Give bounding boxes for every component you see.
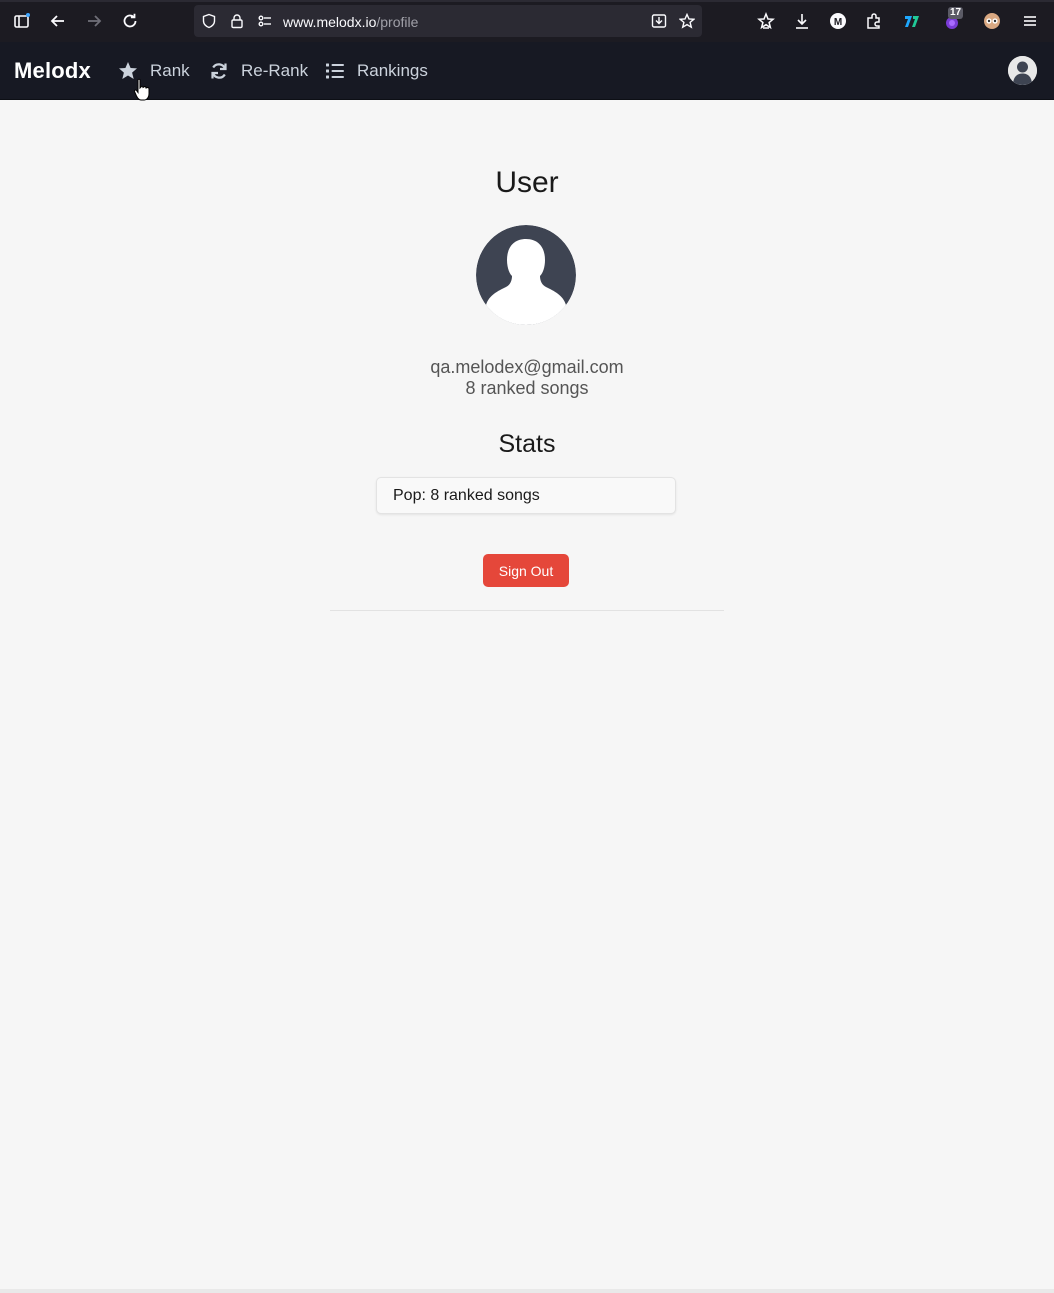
mouse-cursor-icon [133,78,150,101]
permissions-icon[interactable] [256,12,274,30]
downloads-icon[interactable] [790,9,814,33]
list-icon [326,63,344,79]
brand-logo[interactable]: Melodx [14,58,91,84]
nav-item-re-rank[interactable]: Re-Rank [209,59,308,83]
divider [330,610,724,611]
saved-bookmarks-icon[interactable] [754,9,778,33]
window-bottom-edge [0,1289,1054,1293]
nav-item-label: Rankings [357,61,428,80]
extension-badge: 17 [948,7,964,19]
page-title: User [495,166,559,199]
url-text[interactable]: www.melodx.io/profile [283,14,418,30]
extensions-icon[interactable] [862,9,886,33]
reload-icon[interactable] [118,9,142,33]
refresh-icon [211,63,227,79]
stats-heading: Stats [498,430,556,458]
nav-item-rankings[interactable]: Rankings [325,59,428,83]
stat-card-pop: Pop: 8 ranked songs [376,477,676,514]
nav-item-label: Rank [150,61,190,80]
forward-icon[interactable] [82,9,106,33]
back-icon[interactable] [46,9,70,33]
lock-icon[interactable] [228,12,246,30]
svg-text:M: M [834,17,842,28]
nav-item-label: Re-Rank [241,61,309,80]
address-bar[interactable]: www.melodx.io/profile [194,5,702,37]
stat-label: Pop: 8 ranked songs [393,487,540,504]
browser-toolbar: www.melodx.io/profile M 17 [0,0,1054,42]
owl-extension-icon[interactable] [980,9,1004,33]
user-avatar-button[interactable] [1008,56,1037,85]
bookmark-star-icon[interactable] [678,12,696,30]
tab-strip-edge [0,0,1054,2]
url-path: /profile [376,14,419,30]
user-email: qa.melodex@gmail.com [430,357,624,377]
profile-avatar [476,225,576,325]
ranked-songs-count: 8 ranked songs [465,378,589,398]
url-host: www.melodx.io [283,14,377,30]
sign-out-button[interactable]: Sign Out [483,554,569,587]
sidebar-icon[interactable] [10,9,34,33]
shield-icon[interactable] [200,12,218,30]
logo-extension-icon[interactable] [900,9,924,33]
m-extension-icon[interactable]: M [826,9,850,33]
menu-icon[interactable] [1018,9,1042,33]
download-page-icon[interactable] [650,12,668,30]
nav-item-rank[interactable]: Rank [118,59,190,83]
app-navbar: Melodx Rank Re-Rank Rankings [0,42,1054,100]
